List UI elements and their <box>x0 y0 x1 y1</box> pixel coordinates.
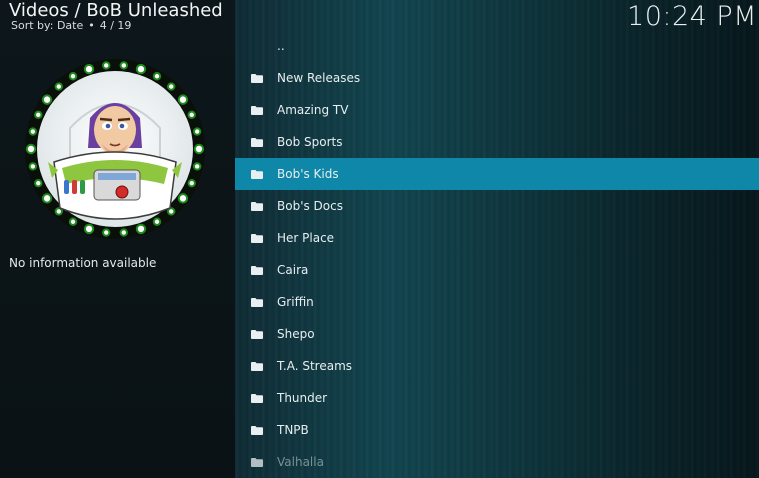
folder-item-label: TNPB <box>277 423 309 437</box>
ring-dot <box>102 228 111 237</box>
folder-item-label: New Releases <box>277 71 361 85</box>
folder-icon <box>251 265 263 275</box>
ring-dot <box>68 72 78 81</box>
ring-dot <box>135 223 147 235</box>
ring-dot <box>192 127 202 136</box>
folder-item-label: Amazing TV <box>277 103 349 117</box>
ring-dot <box>177 94 189 105</box>
folder-item-label: Bob Sports <box>277 135 343 149</box>
item-position: 4 / 19 <box>99 19 132 32</box>
folder-icon <box>251 201 263 211</box>
folder-icon <box>251 137 263 147</box>
folder-item[interactable]: T.A. Streams <box>235 350 759 382</box>
ring-dot <box>34 178 43 188</box>
folder-item-label: Valhalla <box>277 455 324 469</box>
folder-icon <box>251 361 263 371</box>
buzz-lightyear-addon-icon <box>25 59 205 239</box>
folder-item-label: Shepo <box>277 327 315 341</box>
folder-item-label: Bob's Kids <box>277 167 339 181</box>
folder-item[interactable]: Her Place <box>235 222 759 254</box>
folder-icon <box>251 425 263 435</box>
folder-icon <box>251 329 263 339</box>
file-list-panel: 10:24 PM .. New Releases Amazing TV Bob Sp… <box>235 0 759 478</box>
folder-item-label: Thunder <box>277 391 328 405</box>
kodi-window: Videos / BoB Unleashed Sort by: Date • 4 /… <box>0 0 759 478</box>
ring-dot <box>187 178 196 188</box>
folder-item-label: T.A. Streams <box>277 359 353 373</box>
ring-dot <box>177 193 189 204</box>
folder-item[interactable]: Bob's Kids <box>235 158 759 190</box>
ring-dot <box>187 110 196 120</box>
ring-dot <box>152 217 162 226</box>
ring-dot <box>68 217 78 226</box>
folder-icon <box>251 297 263 307</box>
folder-item[interactable]: Griffin <box>235 286 759 318</box>
ring-dot <box>167 82 176 91</box>
sort-label: Sort by: Date <box>11 19 84 32</box>
ring-dot <box>54 82 63 91</box>
folder-item[interactable]: Valhalla <box>235 446 759 478</box>
folder-item-label: Bob's Docs <box>277 199 343 213</box>
parent-folder-label: .. <box>277 39 285 53</box>
folder-item[interactable]: Shepo <box>235 318 759 350</box>
info-panel: Videos / BoB Unleashed Sort by: Date • 4 /… <box>0 0 235 478</box>
ring-dot <box>119 61 128 70</box>
folder-icon <box>251 393 263 403</box>
ring-dot <box>41 193 53 204</box>
clock: 10:24 PM <box>627 1 757 32</box>
sort-info: Sort by: Date • 4 / 19 <box>11 19 131 33</box>
folder-item[interactable]: Thunder <box>235 382 759 414</box>
ring-dot <box>83 223 95 235</box>
ring-dot <box>41 94 53 105</box>
folder-item[interactable]: Bob's Docs <box>235 190 759 222</box>
folder-item-label: Caira <box>277 263 309 277</box>
separator-dot: • <box>88 19 95 32</box>
folder-item[interactable]: New Releases <box>235 62 759 94</box>
ring-dot <box>25 143 37 155</box>
ring-dot <box>152 72 162 81</box>
ring-dot <box>83 63 95 75</box>
parent-folder-item[interactable]: .. <box>235 30 759 62</box>
folder-item-label: Griffin <box>277 295 314 309</box>
ring-dot <box>28 127 38 136</box>
ring-dot <box>34 110 43 120</box>
directory-list[interactable]: .. New Releases Amazing TV Bob Sports Bob's… <box>235 30 759 478</box>
folder-item[interactable]: Caira <box>235 254 759 286</box>
ring-dot <box>193 143 205 155</box>
folder-item-label: Her Place <box>277 231 335 245</box>
folder-icon <box>251 457 263 467</box>
ring-dot <box>192 162 202 171</box>
folder-icon <box>251 233 263 243</box>
folder-icon <box>251 73 263 83</box>
ring-dot <box>119 228 128 237</box>
info-text: No information available <box>9 256 157 270</box>
folder-item[interactable]: TNPB <box>235 414 759 446</box>
folder-icon <box>251 169 263 179</box>
folder-item[interactable]: Bob Sports <box>235 126 759 158</box>
folder-icon <box>251 105 263 115</box>
ring-dot <box>28 162 38 171</box>
ring-dot <box>135 63 147 75</box>
folder-item[interactable]: Amazing TV <box>235 94 759 126</box>
ring-dot <box>102 61 111 70</box>
